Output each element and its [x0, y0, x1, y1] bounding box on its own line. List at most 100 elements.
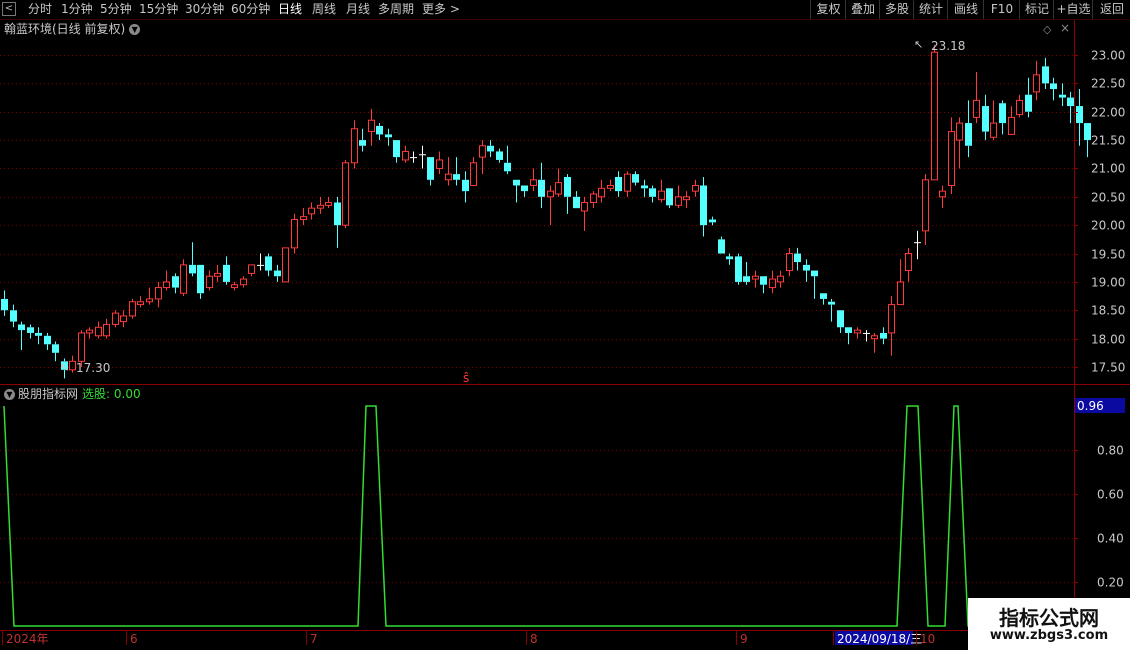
- candle: [325, 196, 332, 209]
- high-price-label: 23.18: [931, 39, 965, 53]
- candle: [786, 247, 793, 277]
- candle: [513, 179, 520, 203]
- candle: [1067, 91, 1074, 124]
- toolbar-button-8[interactable]: 返回: [1092, 0, 1130, 19]
- period-tab-1[interactable]: 1分钟: [61, 0, 93, 19]
- period-tab-3[interactable]: 15分钟: [139, 0, 178, 19]
- candle: [445, 157, 452, 186]
- main-grid: [0, 55, 1074, 368]
- close-icon[interactable]: ×: [1060, 21, 1070, 35]
- period-tab-8[interactable]: 月线: [346, 0, 370, 19]
- candle: [1, 290, 8, 316]
- candle: [496, 148, 503, 163]
- toolbar-button-3[interactable]: 统计: [913, 0, 948, 19]
- candle: [129, 298, 136, 319]
- price-tick-label: 17.50: [1091, 361, 1125, 375]
- period-tab-2[interactable]: 5分钟: [100, 0, 132, 19]
- candle: [854, 327, 861, 339]
- diamond-icon[interactable]: ◇: [1043, 23, 1051, 36]
- chevron-down-icon[interactable]: ▼: [4, 389, 15, 400]
- candle: [922, 174, 929, 246]
- candle: [777, 270, 784, 288]
- candle: [888, 296, 895, 356]
- candle: [103, 318, 110, 339]
- price-tick-label: 20.00: [1091, 219, 1125, 233]
- candle: [700, 176, 707, 237]
- indicator-panel: 0.80 0.60 0.40 0.20 0.96: [0, 398, 1125, 627]
- candle: [419, 145, 426, 169]
- toolbar-button-5[interactable]: F10: [983, 0, 1020, 19]
- period-tab-5[interactable]: 60分钟: [231, 0, 270, 19]
- candle: [479, 140, 486, 175]
- candle: [598, 179, 605, 203]
- indicator-tick-label: 0.80: [1097, 444, 1124, 458]
- candle: [828, 298, 835, 322]
- indicator-tick-label: 0.40: [1097, 532, 1124, 546]
- candle: [1016, 94, 1023, 118]
- candle: [1084, 123, 1091, 158]
- candle: [172, 273, 179, 294]
- candle: [282, 247, 289, 283]
- candle: [803, 259, 810, 282]
- candle: [982, 94, 989, 141]
- candle: [811, 270, 818, 299]
- candle: [675, 185, 682, 209]
- candle: [334, 196, 341, 248]
- price-tick-label: 20.50: [1091, 191, 1125, 205]
- select-value: 选股: 0.00: [82, 387, 141, 401]
- candle: [863, 330, 870, 342]
- candle: [573, 191, 580, 209]
- candle: [581, 196, 588, 231]
- date-label: 6: [130, 632, 138, 646]
- candle: [214, 264, 221, 282]
- candle: [35, 327, 42, 345]
- toolbar-button-6[interactable]: 标记: [1019, 0, 1054, 19]
- candle: [1050, 77, 1057, 101]
- candle: [385, 128, 392, 146]
- low-price-arrow: ↖: [60, 361, 69, 374]
- toolbar-button-1[interactable]: 叠加: [845, 0, 880, 19]
- chevron-down-icon[interactable]: ▼: [129, 24, 141, 35]
- date-label: 10: [920, 632, 935, 646]
- candle: [368, 108, 375, 146]
- candle: [1033, 60, 1040, 101]
- back-arrow-icon[interactable]: <: [2, 2, 16, 16]
- toolbar-button-0[interactable]: 复权: [810, 0, 846, 19]
- candle: [189, 242, 196, 277]
- cursor-date-badge: [835, 631, 913, 645]
- date-label: 7: [310, 632, 318, 646]
- period-tab-6[interactable]: 日线: [278, 0, 302, 19]
- period-tab-4[interactable]: 30分钟: [185, 0, 224, 19]
- period-tab-0[interactable]: 分时: [28, 0, 52, 19]
- candle: [794, 247, 801, 271]
- candle: [683, 191, 690, 209]
- period-tab-9[interactable]: 多周期: [378, 0, 414, 19]
- current-value-badge: [1075, 398, 1125, 413]
- candle: [547, 185, 554, 226]
- candle: [402, 145, 409, 163]
- candle: [743, 262, 750, 285]
- toolbar-button-2[interactable]: 多股: [879, 0, 914, 19]
- candle: [342, 159, 349, 229]
- candle: [632, 171, 639, 186]
- candle: [871, 332, 878, 353]
- candle: [624, 171, 631, 197]
- candle: [231, 281, 238, 291]
- candle: [590, 191, 597, 209]
- period-tab-10[interactable]: 更多 >: [422, 0, 460, 19]
- date-label: 8: [530, 632, 538, 646]
- candle: [52, 341, 59, 362]
- indicator-tick-label: 0.60: [1097, 488, 1124, 502]
- candle: [769, 270, 776, 294]
- candle: [18, 321, 25, 350]
- candle: [317, 196, 324, 214]
- candle: [666, 188, 673, 209]
- toolbar-button-7[interactable]: +自选: [1053, 0, 1093, 19]
- stock-title: 翰蓝环境(日线 前复权): [4, 22, 126, 36]
- period-tab-7[interactable]: 周线: [312, 0, 336, 19]
- candle: [470, 157, 477, 186]
- candle: [393, 140, 400, 163]
- toolbar-button-4[interactable]: 画线: [947, 0, 984, 19]
- candle: [462, 171, 469, 203]
- price-tick-label: 19.00: [1091, 276, 1125, 290]
